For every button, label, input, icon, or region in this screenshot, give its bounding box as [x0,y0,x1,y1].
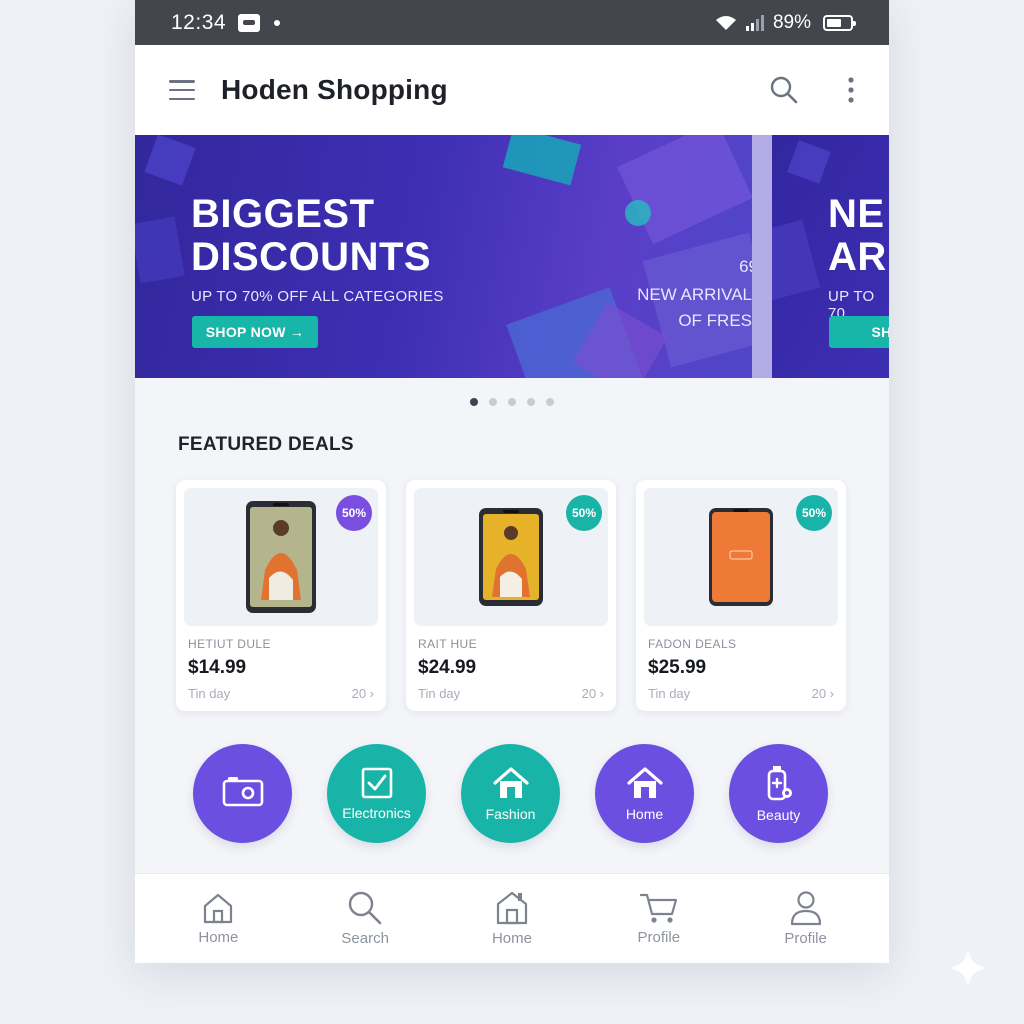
app-bar: Hoden Shopping [135,45,889,135]
category-row: Electronics Fashion Home Beauty [135,744,889,843]
carousel-dots [135,398,889,406]
camera-icon [222,776,263,806]
nav-store[interactable]: Home [457,890,567,947]
peek-text-4: OF FRES [678,311,752,330]
nav-profile[interactable]: Profile [751,890,861,947]
battery-icon [823,14,856,31]
shop-next-button[interactable]: SHOP [829,316,889,348]
nav-label: Profile [637,929,681,946]
shop-now-button[interactable]: SHOP NOW → [192,316,318,348]
discount-badge: 50% [796,495,832,531]
deal-name: RAIT HUE [418,637,477,651]
store-icon [496,891,528,925]
bottom-navigation: Home Search Home Profile Profile [135,873,889,963]
deal-name: FADON DEALS [648,637,737,651]
nav-label: Home [198,929,239,946]
smartphone-icon [479,508,543,606]
deal-card[interactable]: 50% FADON DEALS $25.99 Tin day 20 › [636,480,846,711]
deal-footer: Tin day 20 › [418,686,604,701]
nav-label: Search [341,930,389,947]
wifi-icon [715,15,736,30]
deal-note: Tin day [418,686,461,701]
app-bar-actions [769,75,855,105]
carousel-dot[interactable] [527,398,535,406]
status-dot-icon [274,19,281,26]
discount-badge: 50% [336,495,372,531]
category-home[interactable]: Home [595,744,694,843]
promo-carousel[interactable]: BIGGEST DISCOUNTS UP TO 70% OFF ALL CATE… [135,135,889,378]
deal-count: 20 › [811,686,834,701]
status-right-cluster: 89% [715,11,856,34]
smartphone-icon [246,501,316,613]
deal-card[interactable]: 50% RAIT HUE $24.99 Tin day 20 › [406,480,616,711]
search-icon [770,76,798,104]
promo-next-headline: NE AR [828,192,887,279]
nav-label: Profile [784,930,827,947]
deal-footer: Tin day 20 › [188,686,374,701]
status-bar: 12:34 89% [135,0,889,45]
deal-note: Tin day [648,686,691,701]
nav-cart[interactable]: Profile [604,891,714,946]
carousel-divider [752,135,772,378]
deal-count: 20 › [351,686,374,701]
nav-label: Home [491,930,532,947]
battery-percent: 89% [772,11,811,33]
carousel-dot[interactable] [546,398,554,406]
home-icon [204,893,233,924]
notification-icon [238,13,261,32]
promo-slide-next[interactable]: NE AR UP TO 70 SHOP [772,135,889,378]
user-icon [790,891,821,926]
deal-count: 20 › [581,686,604,701]
deal-card[interactable]: 50% HETIUT DULE $14.99 Tin day 20 › [176,480,386,711]
deal-image: 50% [184,488,378,626]
deal-name: HETIUT DULE [188,637,271,651]
deal-footer: Tin day 20 › [648,686,834,701]
promo-slide-active[interactable]: BIGGEST DISCOUNTS UP TO 70% OFF ALL CATE… [135,135,752,378]
carousel-dot[interactable] [470,398,478,406]
phone-screen: 12:34 89% Hoden Shopping BIGGEST DISCOUN… [135,0,889,963]
promo-headline: BIGGEST DISCOUNTS [191,192,432,279]
house-icon [626,766,663,798]
status-time: 12:34 [171,10,227,34]
carousel-dot[interactable] [508,398,516,406]
peek-text-2: 69 [739,257,752,276]
house-icon [492,766,529,798]
more-options-button[interactable] [847,77,855,103]
category-label: Electronics [342,804,411,821]
more-vertical-icon [848,77,854,103]
menu-icon[interactable] [169,80,195,100]
deal-image: 50% [644,488,838,626]
deal-price: $24.99 [418,657,477,678]
signal-icon [745,14,764,31]
app-title: Hoden Shopping [221,74,448,105]
featured-deals-title: FEATURED DEALS [178,434,354,455]
discount-badge: 50% [566,495,602,531]
nav-search[interactable]: Search [310,890,420,947]
sparkle-icon [948,948,988,988]
category-camera[interactable] [193,744,292,843]
promo-subtitle: UP TO 70% OFF ALL CATEGORIES [191,288,444,305]
deals-row: 50% HETIUT DULE $14.99 Tin day 20 › 50% [135,480,889,711]
category-electronics[interactable]: Electronics [327,744,426,843]
category-fashion[interactable]: Fashion [461,744,560,843]
cart-icon [639,893,677,923]
checkbox-icon [361,767,392,798]
nav-home[interactable]: Home [163,891,273,946]
deal-note: Tin day [188,686,231,701]
search-button[interactable] [769,75,799,105]
deal-price: $25.99 [648,657,707,678]
beauty-bottle-icon [767,765,792,800]
category-beauty[interactable]: Beauty [729,744,828,843]
search-icon [348,891,382,925]
peek-text-3: NEW ARRIVAL [637,285,752,304]
carousel-dot[interactable] [489,398,497,406]
category-label: Home [625,805,664,822]
deal-price: $14.99 [188,657,247,678]
category-label: Beauty [756,806,801,823]
smartphone-icon [709,508,773,606]
deal-image: 50% [414,488,608,626]
category-label: Fashion [485,805,536,822]
